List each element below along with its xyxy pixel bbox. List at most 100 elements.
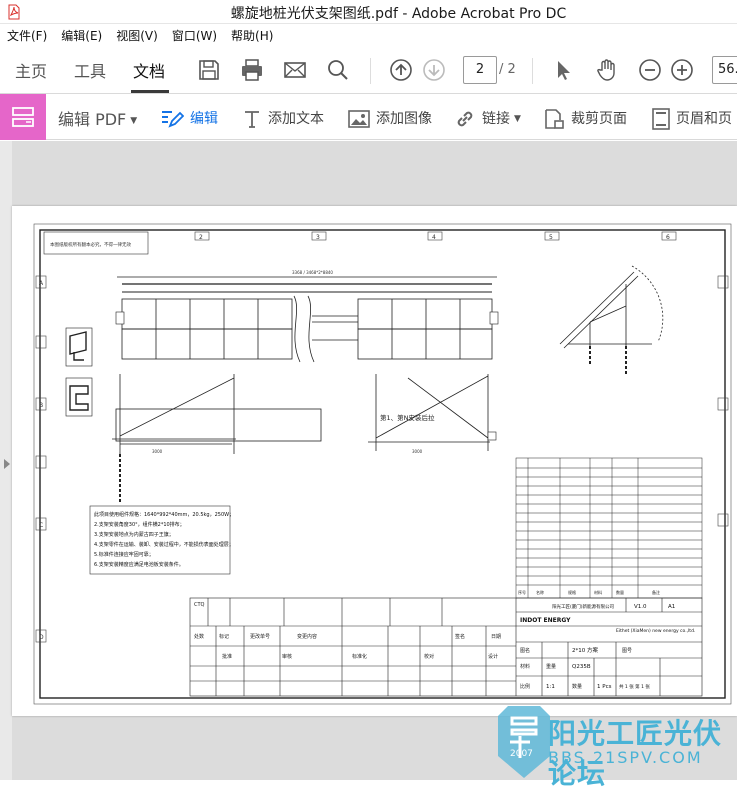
drawing-company-en: Eithet (XiaMen) new energy co.,ltd. xyxy=(616,628,695,634)
bom-header-name: 名称 xyxy=(536,589,544,595)
drawing-sheet-size: A1 xyxy=(668,604,675,610)
add-image-button[interactable]: 添加图像 xyxy=(348,108,432,129)
quantity-value: 1 Pcs xyxy=(597,684,612,690)
svg-text:3000: 3000 xyxy=(152,449,163,454)
zoom-in-icon[interactable] xyxy=(670,58,694,82)
drawing-company-cn: 阳光工匠(厦门)新能源有限公司 xyxy=(552,603,614,610)
panel-layout-icon xyxy=(12,107,34,127)
note-3: 3.支架安装地点为内蒙古四子王旗； xyxy=(94,531,174,538)
toolbar-divider xyxy=(532,58,533,84)
weight-label: 重量 xyxy=(546,663,556,670)
menu-file[interactable]: 文件(F) xyxy=(0,24,54,44)
active-tab-indicator xyxy=(131,90,169,93)
drawing-number-label: 图号 xyxy=(622,648,632,654)
qty-label: 数量 xyxy=(572,683,582,690)
svg-text:4: 4 xyxy=(432,234,436,241)
add-text-button[interactable]: 添加文本 xyxy=(242,108,324,129)
add-image-icon xyxy=(348,110,370,128)
page-number-input[interactable]: 2 xyxy=(463,56,497,84)
ctq-label: CTQ xyxy=(194,602,205,608)
pdf-page[interactable]: 2 3 4 5 6 A B C D 本图纸版权所有翻本必究，不得一律无效 3368 / 346… xyxy=(12,206,737,716)
bom-header-no: 序号 xyxy=(518,589,526,595)
menu-edit[interactable]: 编辑(E) xyxy=(54,24,109,44)
svg-text:2: 2 xyxy=(199,234,203,241)
left-panel-toggle[interactable] xyxy=(0,141,12,780)
material-value: Q235B xyxy=(572,664,591,670)
add-image-label: 添加图像 xyxy=(376,111,432,127)
bom-header-remark: 备注 xyxy=(652,589,660,595)
note-5: 5.标准件连接应牢固可靠； xyxy=(94,551,154,558)
change-content-label: 变更内容 xyxy=(297,633,317,640)
scale-value: 1:1 xyxy=(546,684,555,690)
drawing-name-value: 2*10 方案 xyxy=(572,646,598,654)
menu-help[interactable]: 帮助(H) xyxy=(224,24,280,44)
chevron-down-icon: ▼ xyxy=(130,115,138,126)
svg-text:B: B xyxy=(39,402,43,409)
edit-pdf-dropdown[interactable]: 编辑 PDF ▼ xyxy=(58,106,137,130)
header-footer-button[interactable]: 页眉和页 xyxy=(652,108,732,130)
drawing-name-label: 图名 xyxy=(520,647,530,654)
tab-home[interactable]: 主页 xyxy=(15,58,47,82)
side-note: 第1、第N安装后拉 xyxy=(380,413,435,422)
header-footer-label: 页眉和页 xyxy=(676,111,732,127)
add-text-label: 添加文本 xyxy=(268,111,324,127)
header-footer-icon xyxy=(652,108,670,130)
tab-tools[interactable]: 工具 xyxy=(74,58,106,82)
bom-header-spec: 规格 xyxy=(568,589,576,595)
print-icon[interactable] xyxy=(240,58,264,82)
menu-view[interactable]: 视图(V) xyxy=(109,24,165,44)
select-cursor-icon[interactable] xyxy=(552,58,576,82)
change-no-label: 更改单号 xyxy=(250,633,270,640)
expand-arrow-icon xyxy=(4,459,10,469)
hand-tool-icon[interactable] xyxy=(595,58,619,82)
crop-page-icon xyxy=(545,109,564,129)
sign-label: 签名 xyxy=(455,633,465,640)
top-note: 本图纸版权所有翻本必究，不得一律无效 xyxy=(50,241,131,248)
edit-pdf-panel-toggle[interactable] xyxy=(0,94,46,140)
search-icon[interactable] xyxy=(326,58,350,82)
menu-window[interactable]: 窗口(W) xyxy=(165,24,224,44)
bill-of-materials xyxy=(515,457,703,599)
email-icon[interactable] xyxy=(283,58,307,82)
save-icon[interactable] xyxy=(197,58,221,82)
edit-label: 编辑 xyxy=(190,111,218,127)
revision-label: 标记 xyxy=(219,633,229,640)
svg-text:A: A xyxy=(39,280,44,287)
chevron-down-icon: ▼ xyxy=(514,114,521,124)
edit-text-image-icon xyxy=(162,111,184,128)
design-label: 设计 xyxy=(488,653,498,660)
zoom-out-icon[interactable] xyxy=(638,58,662,82)
crop-label: 裁剪页面 xyxy=(571,111,627,127)
svg-text:6: 6 xyxy=(666,234,670,241)
drawing-brand: INDOT ENERGY xyxy=(520,617,571,624)
toolbar-divider xyxy=(370,58,371,84)
drawing-version: V1.0 xyxy=(634,604,647,610)
sheet-count-value: 共 1 张 第 1 张 xyxy=(619,683,650,690)
standard-label: 标准化 xyxy=(352,653,367,660)
menu-bar: 文件(F) 编辑(E) 视图(V) 窗口(W) 帮助(H) xyxy=(0,24,737,46)
note-6: 6.支架安装精度应满足电池板安装条件。 xyxy=(94,561,184,568)
svg-text:D: D xyxy=(39,634,44,641)
note-4: 4.支架零件在运输、装卸、安装过程中，不能损伤表面处理层； xyxy=(94,541,234,548)
bom-header-qty: 数量 xyxy=(616,589,624,595)
notes-title: 此项目使用组件规格：1640*992*40mm，20.5kg，250W； xyxy=(94,511,234,518)
crop-pages-button[interactable]: 裁剪页面 xyxy=(543,108,627,130)
material-label: 材料 xyxy=(520,663,530,670)
approve-label: 批准 xyxy=(222,653,232,660)
title-bar: 螺旋地桩光伏支架图纸.pdf - Adobe Acrobat Pro DC xyxy=(0,0,737,24)
next-page-icon[interactable] xyxy=(422,58,446,82)
scale-label: 比例 xyxy=(520,683,530,690)
link-dropdown[interactable]: 链接 ▼ xyxy=(454,108,521,130)
svg-text:3368 / 3468*2*8840: 3368 / 3468*2*8840 xyxy=(292,270,333,275)
previous-page-icon[interactable] xyxy=(389,58,413,82)
engineering-drawing: 2 3 4 5 6 A B C D 本图纸版权所有翻本必究，不得一律无效 3368 / 346… xyxy=(33,223,732,705)
svg-text:5: 5 xyxy=(549,234,553,241)
zoom-level-input[interactable]: 56. xyxy=(712,56,737,84)
proofread-label: 校对 xyxy=(424,653,434,660)
edit-button[interactable]: 编辑 xyxy=(160,108,218,130)
svg-text:C: C xyxy=(39,522,43,529)
tab-document[interactable]: 文档 xyxy=(133,58,165,82)
edit-pdf-toolbar: 编辑 PDF ▼ 编辑 添加文本 添加图像 链接 ▼ 裁剪页面 页眉和页 xyxy=(0,94,737,140)
page-total: / 2 xyxy=(499,62,516,77)
svg-text:3000: 3000 xyxy=(412,449,423,454)
